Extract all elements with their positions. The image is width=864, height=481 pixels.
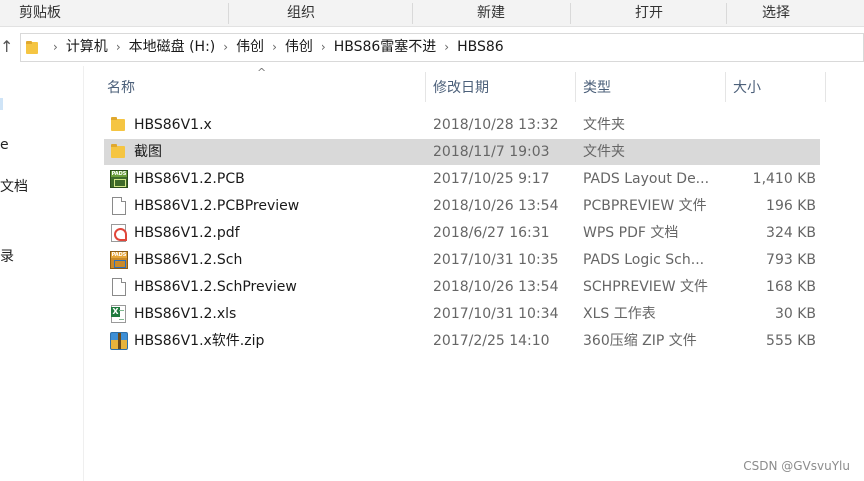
file-size: 555 KB [766,333,816,349]
column-divider[interactable] [575,72,576,102]
watermark-text: CSDN @GVsvuYlu [743,459,850,473]
file-type: PADS Logic Sch... [583,252,705,268]
file-name: HBS86V1.x软件.zip [134,333,265,349]
column-header-type[interactable]: 类型 [583,74,611,102]
file-name: HBS86V1.x [134,117,212,133]
chevron-right-icon[interactable]: › [116,34,121,61]
pads-layout-icon [110,170,128,188]
file-type: 文件夹 [583,144,625,160]
folder-icon [26,41,40,55]
column-header-name[interactable]: 名称 [107,74,135,102]
file-size: 793 KB [766,252,816,268]
file-date: 2018/6/27 16:31 [433,225,550,241]
file-name: 截图 [134,144,162,160]
file-name: HBS86V1.2.xls [134,306,237,322]
blank-file-icon [112,278,126,296]
breadcrumb-item-local-disk[interactable]: 本地磁盘 (H:) [129,34,216,61]
file-date: 2018/11/7 19:03 [433,144,550,160]
file-type: SCHPREVIEW 文件 [583,279,709,295]
file-date: 2018/10/28 13:32 [433,117,559,133]
file-row[interactable]: HBS86V1.x 2018/10/28 13:32 文件夹 [104,112,820,138]
file-name: HBS86V1.2.Sch [134,252,243,268]
zip-archive-icon [110,332,128,350]
file-row[interactable]: 截图 2018/11/7 19:03 文件夹 [104,139,820,165]
file-date: 2017/10/31 10:35 [433,252,559,268]
ribbon-group-organize[interactable]: 组织 [229,0,373,27]
column-divider[interactable] [825,72,826,102]
file-row[interactable]: HBS86V1.2.SchPreview 2018/10/26 13:54 SC… [104,274,820,300]
column-divider[interactable] [425,72,426,102]
column-divider[interactable] [725,72,726,102]
file-date: 2017/2/25 14:10 [433,333,550,349]
ribbon-group-new[interactable]: 新建 [413,0,569,27]
file-row[interactable]: HBS86V1.2.PCB 2017/10/25 9:17 PADS Layou… [104,166,820,192]
chevron-right-icon[interactable]: › [444,34,449,61]
nav-item[interactable]: e [0,137,9,153]
column-header-date[interactable]: 修改日期 [433,74,489,102]
ribbon-group-clipboard[interactable]: 剪贴板 [0,0,80,27]
ribbon-group-open[interactable]: 打开 [571,0,727,27]
file-name: HBS86V1.2.PCBPreview [134,198,300,214]
file-date: 2018/10/26 13:54 [433,198,559,214]
breadcrumb: › 计算机 › 本地磁盘 (H:) › 伟创 › 伟创 › HBS86雷塞不进 › HBS86 [45,34,504,61]
ribbon-group-labels: 剪贴板 组织 新建 打开 选择 [0,0,864,27]
file-type: XLS 工作表 [583,306,656,322]
file-size: 324 KB [766,225,816,241]
address-bar[interactable]: › 计算机 › 本地磁盘 (H:) › 伟创 › 伟创 › HBS86雷塞不进 › HBS86 [20,33,864,62]
ribbon-group-select[interactable]: 选择 [727,0,825,27]
breadcrumb-item-hbs86-leisai[interactable]: HBS86雷塞不进 [334,34,437,61]
sort-ascending-icon: ^ [257,66,267,79]
file-date: 2018/10/26 13:54 [433,279,559,295]
chevron-right-icon[interactable]: › [223,34,228,61]
file-row[interactable]: HBS86V1.2.pdf 2018/6/27 16:31 WPS PDF 文档… [104,220,820,246]
nav-item[interactable]: 文档 [0,176,28,196]
breadcrumb-item-weichuang-sub[interactable]: 伟创 [285,34,313,61]
breadcrumb-item-weichuang[interactable]: 伟创 [236,34,264,61]
up-arrow-icon[interactable]: ↑ [0,37,13,56]
column-header-size[interactable]: 大小 [733,74,761,102]
file-date: 2017/10/31 10:34 [433,306,559,322]
chevron-right-icon[interactable]: › [321,34,326,61]
nav-item[interactable]: 录 [0,246,14,266]
file-size: 196 KB [766,198,816,214]
navigation-pane: e 文档 录 [0,66,84,481]
file-size: 168 KB [766,279,816,295]
file-type: PADS Layout De... [583,171,710,187]
file-type: WPS PDF 文档 [583,225,679,241]
blank-file-icon [112,197,126,215]
breadcrumb-item-hbs86[interactable]: HBS86 [457,34,504,61]
file-row[interactable]: HBS86V1.x软件.zip 2017/2/25 14:10 360压缩 ZI… [104,328,820,354]
file-name: HBS86V1.2.pdf [134,225,240,241]
breadcrumb-item-computer[interactable]: 计算机 [66,34,108,61]
file-size: 1,410 KB [752,171,816,187]
file-row[interactable]: HBS86V1.2.xls 2017/10/31 10:34 XLS 工作表 3… [104,301,820,327]
chevron-right-icon[interactable]: › [53,34,58,61]
file-date: 2017/10/25 9:17 [433,171,550,187]
nav-selection-marker [0,98,3,110]
file-name: HBS86V1.2.SchPreview [134,279,297,295]
excel-icon [111,305,126,323]
address-bar-row: ↑ › 计算机 › 本地磁盘 (H:) › 伟创 › 伟创 › HBS86雷塞不进 › HBS86 [0,28,864,66]
file-row[interactable]: HBS86V1.2.Sch 2017/10/31 10:35 PADS Logi… [104,247,820,273]
file-type: 360压缩 ZIP 文件 [583,333,697,349]
file-type: 文件夹 [583,117,625,133]
file-name: HBS86V1.2.PCB [134,171,245,187]
folder-icon [110,116,128,134]
file-row[interactable]: HBS86V1.2.PCBPreview 2018/10/26 13:54 PC… [104,193,820,219]
chevron-right-icon[interactable]: › [272,34,277,61]
folder-icon [110,143,128,161]
pdf-icon [111,224,127,242]
pads-logic-icon [110,251,128,269]
file-size: 30 KB [774,306,816,322]
file-type: PCBPREVIEW 文件 [583,198,707,214]
